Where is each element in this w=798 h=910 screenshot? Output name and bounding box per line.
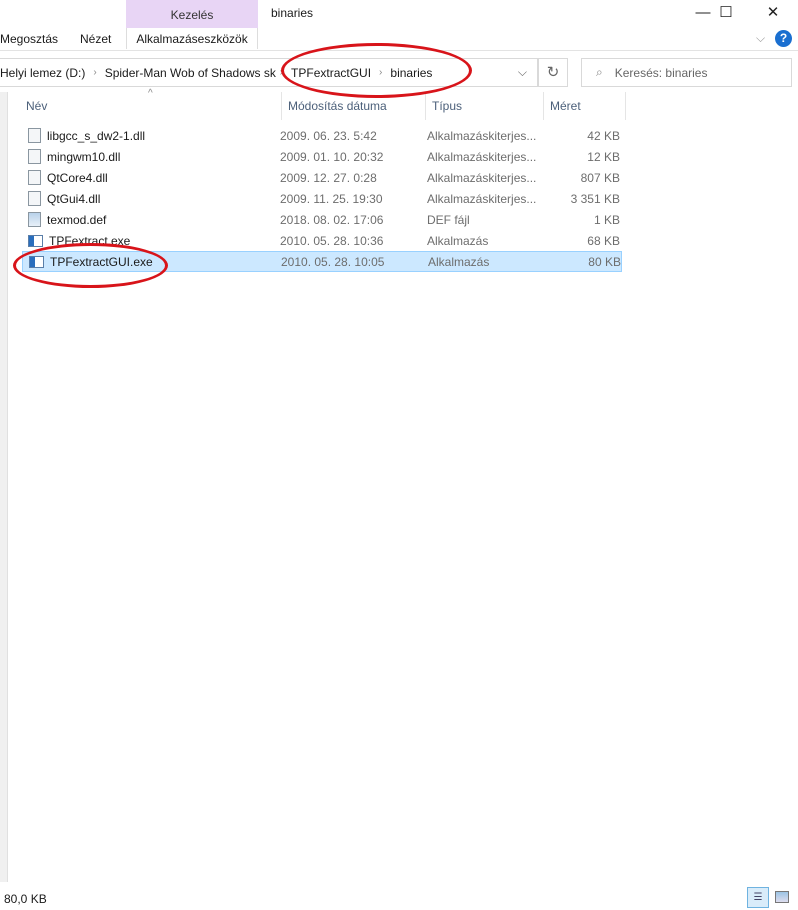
file-type: DEF fájl — [427, 212, 470, 227]
file-name-cell[interactable]: TPFextractGUI.exe — [23, 255, 281, 269]
large-icons-view-button[interactable] — [775, 891, 789, 903]
file-type: Alkalmazáskiterjes... — [427, 191, 537, 206]
file-name-cell[interactable]: TPFextract.exe — [22, 234, 280, 248]
dll-file-icon — [28, 191, 41, 206]
help-icon[interactable]: ? — [775, 30, 792, 47]
breadcrumb-chevron-icon[interactable]: › — [276, 67, 287, 78]
file-size: 42 KB — [587, 128, 620, 143]
ribbon-tab-megosztas[interactable]: Megosztás — [0, 28, 58, 49]
dll-file-icon — [28, 149, 41, 164]
file-size: 80 KB — [588, 254, 621, 269]
file-size: 807 KB — [580, 170, 620, 185]
file-row[interactable]: mingwm10.dll 2009. 01. 10. 20:32 Alkalma… — [22, 146, 622, 167]
file-row[interactable]: texmod.def 2018. 08. 02. 17:06 DEF fájl … — [22, 209, 622, 230]
file-type: Alkalmazáskiterjes... — [427, 170, 537, 185]
navigation-pane-scrollbar[interactable] — [0, 92, 8, 882]
window-title: binaries — [271, 6, 314, 20]
file-name: texmod.def — [47, 212, 107, 227]
dll-file-icon — [28, 170, 41, 185]
breadcrumb-folder[interactable]: TPFextractGUI — [287, 66, 375, 80]
status-selection-size: 80,0 KB — [4, 892, 47, 906]
exe-file-icon — [28, 234, 43, 247]
file-type: Alkalmazás — [428, 254, 490, 269]
file-date: 2009. 12. 27. 0:28 — [280, 170, 377, 185]
ribbon-collapse-icon[interactable]: ⌵ — [756, 31, 765, 46]
file-row[interactable]: TPFextract.exe 2010. 05. 28. 10:36 Alkal… — [22, 230, 622, 251]
file-type: Alkalmazáskiterjes... — [427, 128, 537, 143]
column-header-name[interactable]: Név — [20, 92, 282, 120]
file-row[interactable]: QtCore4.dll 2009. 12. 27. 0:28 Alkalmazá… — [22, 167, 622, 188]
file-name: libgcc_s_dw2-1.dll — [47, 128, 146, 143]
exe-file-icon — [29, 255, 44, 268]
breadcrumb-folder[interactable]: Spider-Man Wob of Shadows skin — [101, 66, 276, 80]
address-bar[interactable]: Helyi lemez (D:) › Spider-Man Wob of Sha… — [0, 58, 538, 87]
search-icon: ⌕ — [596, 65, 603, 79]
file-name-cell[interactable]: QtCore4.dll — [22, 170, 280, 185]
file-name: TPFextract.exe — [49, 233, 131, 248]
file-type: Alkalmazás — [427, 233, 489, 248]
file-name-cell[interactable]: texmod.def — [22, 212, 280, 227]
breadcrumb-chevron-icon[interactable]: › — [375, 67, 386, 78]
ribbon-tab-nezet[interactable]: Nézet — [80, 28, 111, 49]
search-placeholder: Keresés: binaries — [614, 65, 708, 80]
breadcrumb-drive[interactable]: Helyi lemez (D:) — [0, 66, 89, 80]
breadcrumb-current[interactable]: binaries — [386, 66, 436, 80]
file-row[interactable]: QtGui4.dll 2009. 11. 25. 19:30 Alkalmazá… — [22, 188, 622, 209]
file-date: 2009. 06. 23. 5:42 — [280, 128, 377, 143]
file-date: 2009. 11. 25. 19:30 — [280, 191, 383, 206]
def-file-icon — [28, 212, 41, 227]
breadcrumb-chevron-icon[interactable]: › — [89, 67, 100, 78]
file-name: mingwm10.dll — [47, 149, 121, 164]
file-name-cell[interactable]: mingwm10.dll — [22, 149, 280, 164]
file-date: 2010. 05. 28. 10:05 — [281, 254, 385, 269]
address-dropdown-icon[interactable]: ⌵ — [518, 65, 537, 80]
file-date: 2009. 01. 10. 20:32 — [280, 149, 384, 164]
file-name-cell[interactable]: libgcc_s_dw2-1.dll — [22, 128, 280, 143]
column-header-type[interactable]: Típus — [426, 92, 544, 120]
close-button[interactable]: ✕ — [750, 0, 796, 26]
ribbon-tab-alkalmazaseszkozok[interactable]: Alkalmazáseszközök — [126, 28, 258, 49]
file-date: 2018. 08. 02. 17:06 — [280, 212, 384, 227]
column-header-date[interactable]: Módosítás dátuma — [282, 92, 426, 120]
file-name: TPFextractGUI.exe — [50, 254, 153, 269]
column-header-size[interactable]: Méret — [544, 92, 626, 120]
file-row[interactable]: libgcc_s_dw2-1.dll 2009. 06. 23. 5:42 Al… — [22, 125, 622, 146]
file-date: 2010. 05. 28. 10:36 — [280, 233, 384, 248]
file-name: QtGui4.dll — [47, 191, 101, 206]
file-size: 12 KB — [587, 149, 620, 164]
details-view-button[interactable]: ☰ — [747, 887, 769, 908]
ribbon-context-tab-kezeles[interactable]: Kezelés — [126, 0, 258, 28]
file-name-cell[interactable]: QtGui4.dll — [22, 191, 280, 206]
refresh-button[interactable]: ↻ — [538, 58, 568, 87]
maximize-button[interactable]: ☐ — [703, 0, 749, 26]
file-type: Alkalmazáskiterjes... — [427, 149, 537, 164]
dll-file-icon — [28, 128, 41, 143]
file-name: QtCore4.dll — [47, 170, 108, 185]
file-size: 3 351 KB — [570, 191, 620, 206]
search-input[interactable]: ⌕ Keresés: binaries — [581, 58, 792, 87]
file-size: 68 KB — [587, 233, 620, 248]
file-size: 1 KB — [593, 212, 620, 227]
file-row[interactable]: TPFextractGUI.exe 2010. 05. 28. 10:05 Al… — [22, 251, 622, 272]
